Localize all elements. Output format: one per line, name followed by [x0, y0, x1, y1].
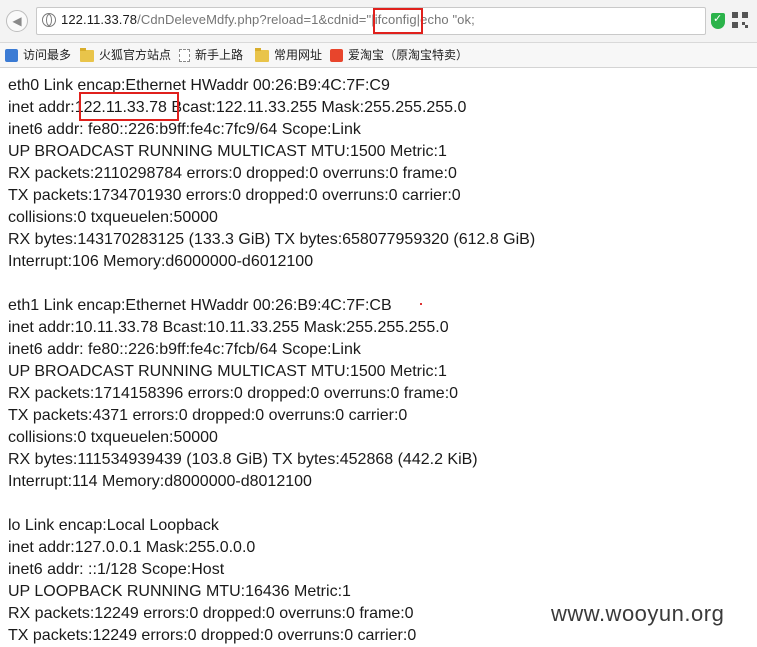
command-output: eth0 Link encap:Ethernet HWaddr 00:26:B9…	[8, 75, 753, 647]
stray-dot	[420, 303, 422, 305]
taobao-icon	[330, 49, 343, 63]
output-line: TX packets:12249 errors:0 dropped:0 over…	[8, 627, 417, 644]
output-line: inet addr:10.11.33.78 Bcast:10.11.33.255…	[8, 319, 449, 336]
bookmark-getting-started[interactable]: 新手上路	[179, 46, 243, 64]
bookmarks-bar: 访问最多 火狐官方站点 新手上路 常用网址 爱淘宝（原淘宝特卖）	[0, 43, 757, 68]
output-line: eth1 Link encap:Ethernet HWaddr 00:26:B9…	[8, 297, 392, 314]
output-line: TX packets:4371 errors:0 dropped:0 overr…	[8, 407, 408, 424]
url-input[interactable]: 122.11.33.78/CdnDeleveMdfy.php?reload=1&…	[36, 7, 706, 35]
output-line: inet6 addr: fe80::226:b9ff:fe4c:7fcb/64 …	[8, 341, 361, 358]
bookmark-label: 爱淘宝（原淘宝特卖）	[348, 48, 469, 62]
bookmark-firefox-site[interactable]: 火狐官方站点	[80, 46, 171, 64]
output-line: RX bytes:143170283125 (133.3 GiB) TX byt…	[8, 231, 536, 248]
bookmark-ai-taobao[interactable]: 爱淘宝（原淘宝特卖）	[330, 46, 468, 64]
page-icon	[179, 49, 190, 63]
output-line: Interrupt:114 Memory:d8000000-d8012100	[8, 473, 312, 490]
globe-icon	[42, 13, 56, 27]
bookmark-label: 常用网址	[274, 48, 323, 62]
bookmark-label: 新手上路	[195, 48, 244, 62]
output-line: lo Link encap:Local Loopback	[8, 517, 219, 534]
output-line: RX packets:1714158396 errors:0 dropped:0…	[8, 385, 459, 402]
bookmark-common-sites[interactable]: 常用网址	[255, 46, 322, 64]
ip-highlight-box	[79, 92, 179, 121]
address-bar-container: ◀ 122.11.33.78/CdnDeleveMdfy.php?reload=…	[0, 0, 757, 43]
output-line: inet6 addr: ::1/128 Scope:Host	[8, 561, 225, 578]
output-line: collisions:0 txqueuelen:50000	[8, 209, 218, 226]
output-line: UP LOOPBACK RUNNING MTU:16436 Metric:1	[8, 583, 351, 600]
bookmark-most-visited[interactable]: 访问最多	[5, 46, 71, 64]
folder-icon	[80, 47, 94, 62]
bookmarks-icon	[5, 49, 18, 63]
folder-icon	[255, 47, 269, 62]
output-line: UP BROADCAST RUNNING MULTICAST MTU:1500 …	[8, 143, 447, 160]
output-line: RX packets:2110298784 errors:0 dropped:0…	[8, 165, 457, 182]
url-host: 122.11.33.78	[61, 12, 138, 27]
url-highlight-box	[373, 8, 423, 34]
output-line: TX packets:1734701930 errors:0 dropped:0…	[8, 187, 461, 204]
qr-code-icon[interactable]	[732, 12, 748, 28]
url-path: /CdnDeleveMdfy.php?reload=1&cdnid="|ifco…	[137, 12, 475, 27]
shield-icon[interactable]	[711, 12, 725, 29]
output-line: collisions:0 txqueuelen:50000	[8, 429, 218, 446]
output-line: RX bytes:111534939439 (103.8 GiB) TX byt…	[8, 451, 478, 468]
bookmark-label: 访问最多	[23, 48, 72, 62]
output-line: Interrupt:106 Memory:d6000000-d6012100	[8, 253, 314, 270]
bookmark-label: 火狐官方站点	[99, 48, 172, 62]
watermark: www.wooyun.org	[551, 601, 725, 627]
output-line: UP BROADCAST RUNNING MULTICAST MTU:1500 …	[8, 363, 447, 380]
output-line: inet addr:127.0.0.1 Mask:255.0.0.0	[8, 539, 256, 556]
output-line: inet6 addr: fe80::226:b9ff:fe4c:7fc9/64 …	[8, 121, 361, 138]
back-button[interactable]: ◀	[6, 10, 28, 32]
